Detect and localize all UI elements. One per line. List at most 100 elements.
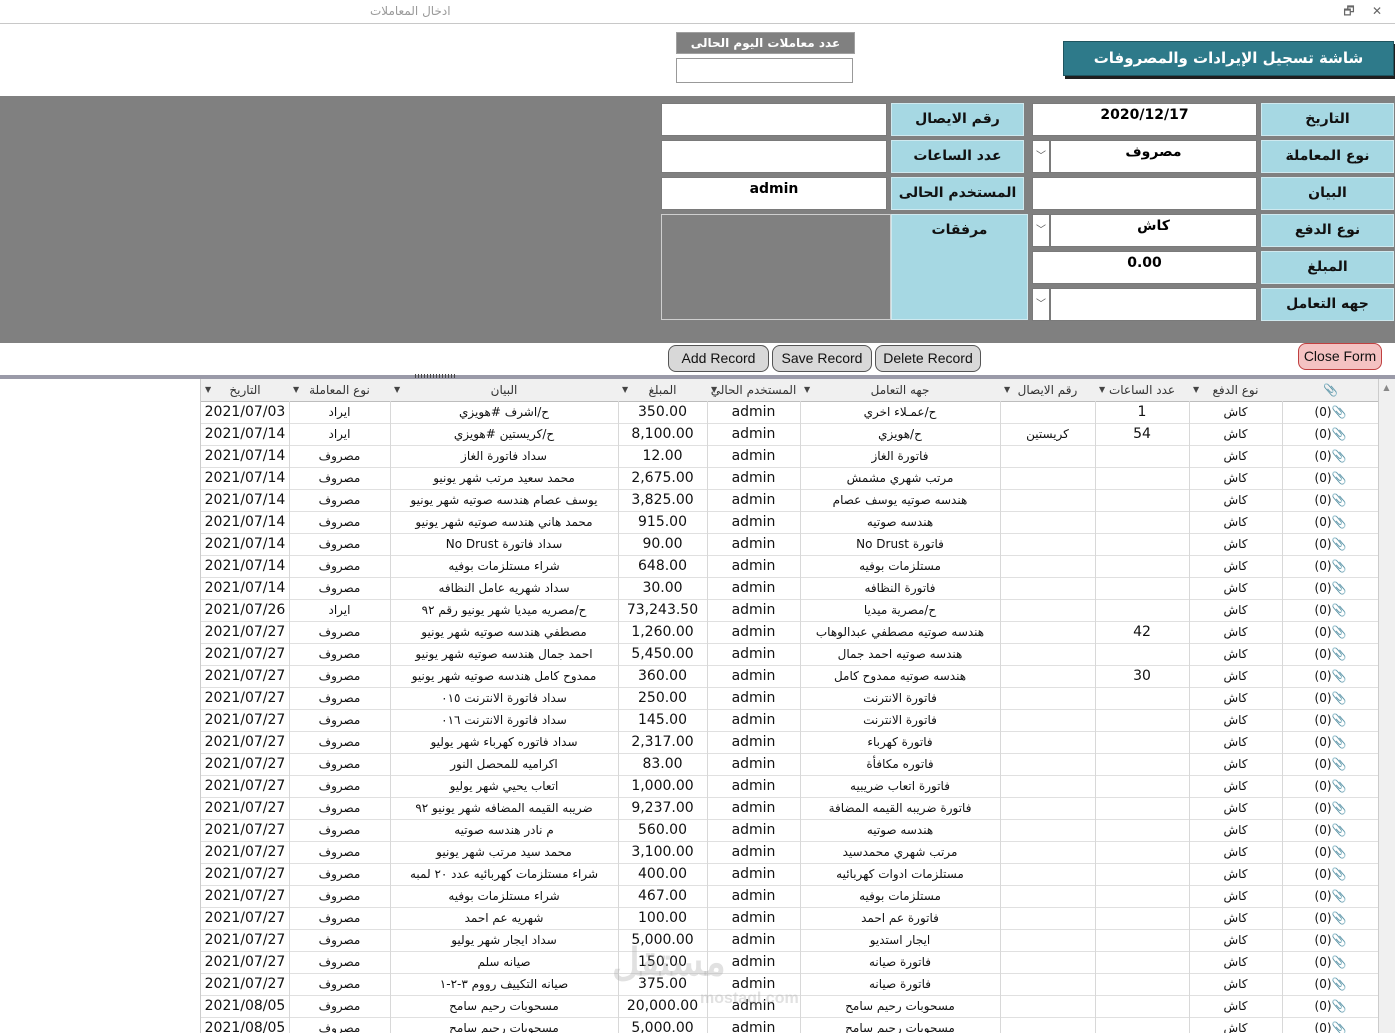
- cell-attachments[interactable]: (0)📎: [1282, 841, 1378, 864]
- cell-attachments[interactable]: (0)📎: [1282, 401, 1378, 424]
- cell-attachments[interactable]: (0)📎: [1282, 445, 1378, 468]
- table-row[interactable]: 2021/07/26 ايراد ح/مصريه ميديا شهر يونيو ر…: [201, 599, 1378, 622]
- header-label: عدد الساعات: [1108, 383, 1176, 397]
- sort-arrow-icon[interactable]: ▼: [205, 379, 211, 401]
- table-row[interactable]: 2021/07/27 مصروف سداد ايجار شهر يوليو 5,000…: [201, 929, 1378, 952]
- vertical-scrollbar[interactable]: [1378, 379, 1395, 1033]
- cell-attachments[interactable]: (0)📎: [1282, 687, 1378, 710]
- sort-arrow-icon[interactable]: ▼: [1193, 379, 1199, 401]
- cell-type: ايراد: [289, 599, 391, 622]
- table-row[interactable]: 2021/07/27 مصروف اكراميه للمحصل النور 83.00…: [201, 753, 1378, 776]
- sort-arrow-icon[interactable]: ▼: [1004, 379, 1010, 401]
- table-row[interactable]: 2021/07/27 مصروف ضريبه القيمه المضافه شهر …: [201, 797, 1378, 820]
- cell-attachments[interactable]: (0)📎: [1282, 599, 1378, 622]
- table-row[interactable]: 2021/07/14 مصروف محمد هاني هندسه صوتيه شهر…: [201, 511, 1378, 534]
- table-row[interactable]: 2021/07/14 مصروف يوسف عصام هندسه صوتيه شهر…: [201, 489, 1378, 512]
- cell-attachments[interactable]: (0)📎: [1282, 621, 1378, 644]
- table-row[interactable]: 2021/07/14 مصروف سداد شهريه عامل النظافه 30…: [201, 577, 1378, 600]
- header-col-date[interactable]: التاريخ ▼: [201, 379, 290, 402]
- cell-attachments[interactable]: (0)📎: [1282, 467, 1378, 490]
- cell-attachments[interactable]: (0)📎: [1282, 907, 1378, 930]
- sort-arrow-icon[interactable]: ▼: [804, 379, 810, 401]
- sort-arrow-icon[interactable]: ▼: [394, 379, 400, 401]
- sort-arrow-icon[interactable]: ▼: [711, 379, 717, 401]
- header-col-payment[interactable]: نوع الدفع ▼: [1189, 379, 1283, 402]
- payment-type-dropdown-icon[interactable]: ﹀: [1032, 214, 1050, 247]
- header-col-attachments[interactable]: 📎: [1282, 379, 1378, 402]
- cell-attachments[interactable]: (0)📎: [1282, 665, 1378, 688]
- cell-attachments[interactable]: (0)📎: [1282, 555, 1378, 578]
- party-select[interactable]: [1050, 288, 1257, 321]
- header-col-hours[interactable]: عدد الساعات ▼: [1095, 379, 1190, 402]
- cell-attachments[interactable]: (0)📎: [1282, 863, 1378, 886]
- table-row[interactable]: 2021/08/05 مصروف مسحوبات رحيم سامح 5,000.00…: [201, 1017, 1378, 1033]
- header-col-user[interactable]: المستخدم الحالي ▼: [707, 379, 801, 402]
- restore-icon[interactable]: 🗗: [1340, 3, 1358, 19]
- cell-attachments[interactable]: (0)📎: [1282, 423, 1378, 446]
- cell-attachments[interactable]: (0)📎: [1282, 709, 1378, 732]
- save-record-button[interactable]: Save Record: [772, 345, 872, 372]
- sort-arrow-icon[interactable]: ▼: [293, 379, 299, 401]
- cell-attachments[interactable]: (0)📎: [1282, 929, 1378, 952]
- cell-attachments[interactable]: (0)📎: [1282, 775, 1378, 798]
- table-row[interactable]: 2021/07/14 ايراد ح/كريستين #هويزي 8,100.00 a…: [201, 423, 1378, 446]
- cell-attachments[interactable]: (0)📎: [1282, 885, 1378, 908]
- table-row[interactable]: 2021/07/14 مصروف محمد سعيد مرتب شهر يونيو 2…: [201, 467, 1378, 490]
- cell-attachments[interactable]: (0)📎: [1282, 951, 1378, 974]
- delete-record-button[interactable]: Delete Record: [875, 345, 981, 372]
- amount-field[interactable]: 0.00: [1032, 251, 1257, 284]
- description-field[interactable]: [1032, 177, 1257, 210]
- table-row[interactable]: 2021/07/14 مصروف سداد فاتورة الغاز 12.00 adm…: [201, 445, 1378, 468]
- header-col-receipt[interactable]: رقم الايصال ▼: [1000, 379, 1096, 402]
- close-icon[interactable]: ✕: [1368, 3, 1386, 19]
- table-row[interactable]: 2021/07/27 مصروف محمد سيد مرتب شهر يونيو 3,…: [201, 841, 1378, 864]
- cell-attachments[interactable]: (0)📎: [1282, 511, 1378, 534]
- cell-attachments[interactable]: (0)📎: [1282, 643, 1378, 666]
- cell-attachments[interactable]: (0)📎: [1282, 533, 1378, 556]
- payment-type-select[interactable]: كاش: [1050, 214, 1257, 247]
- cell-attachments[interactable]: (0)📎: [1282, 819, 1378, 842]
- table-row[interactable]: 2021/07/27 مصروف ممدوح كامل هندسه صوتيه شه…: [201, 665, 1378, 688]
- close-form-button[interactable]: Close Form: [1298, 343, 1382, 370]
- table-row[interactable]: 2021/07/27 مصروف شراء مستلزمات بوفيه 467.00…: [201, 885, 1378, 908]
- add-record-button[interactable]: Add Record: [668, 345, 769, 372]
- table-row[interactable]: 2021/07/14 مصروف شراء مستلزمات بوفيه 648.00…: [201, 555, 1378, 578]
- sort-arrow-icon[interactable]: ▼: [1099, 379, 1105, 401]
- header-col-description[interactable]: البيان ▼: [390, 379, 619, 402]
- table-row[interactable]: 2021/07/27 مصروف احمد جمال هندسه صوتيه شهر…: [201, 643, 1378, 666]
- cell-attachments[interactable]: (0)📎: [1282, 753, 1378, 776]
- table-row[interactable]: 2021/07/27 مصروف سداد فاتورة الانترنت ٠١٦ 1…: [201, 709, 1378, 732]
- header-col-party[interactable]: جهه التعامل ▼: [800, 379, 1001, 402]
- attachments-box[interactable]: [661, 214, 891, 320]
- table-row[interactable]: 2021/07/14 مصروف سداد فاتورة No Drust 90.00…: [201, 533, 1378, 556]
- cell-party: فاتورة صيانه: [800, 973, 1001, 996]
- table-row[interactable]: 2021/07/27 مصروف اتعاب يحيي شهر يوليو 1,000…: [201, 775, 1378, 798]
- cell-attachments[interactable]: (0)📎: [1282, 577, 1378, 600]
- cell-attachments[interactable]: (0)📎: [1282, 973, 1378, 996]
- table-row[interactable]: 2021/07/27 مصروف سداد فاتورة الانترنت ٠١٥ 2…: [201, 687, 1378, 710]
- cell-attachments[interactable]: (0)📎: [1282, 489, 1378, 512]
- receipt-number-field[interactable]: [661, 103, 887, 136]
- transaction-type-select[interactable]: مصروف: [1050, 140, 1257, 173]
- hours-field[interactable]: [661, 140, 887, 173]
- table-row[interactable]: 2021/07/27 مصروف سداد فاتوره كهرباء شهر يو…: [201, 731, 1378, 754]
- transactions-grid[interactable]: التاريخ ▼ نوع المعاملة ▼ البيان ▼ المبلغ ▼ المست…: [200, 379, 1378, 1033]
- date-field[interactable]: 2020/12/17: [1032, 103, 1257, 136]
- cell-attachments[interactable]: (0)📎: [1282, 1017, 1378, 1033]
- cell-attachments[interactable]: (0)📎: [1282, 797, 1378, 820]
- header-col-amount[interactable]: المبلغ ▼: [618, 379, 708, 402]
- scroll-up-icon[interactable]: ▲: [1378, 379, 1395, 396]
- party-dropdown-icon[interactable]: ﹀: [1032, 288, 1050, 321]
- transaction-type-dropdown-icon[interactable]: ﹀: [1032, 140, 1050, 173]
- sort-arrow-icon[interactable]: ▼: [622, 379, 628, 401]
- header-col-type[interactable]: نوع المعاملة ▼: [289, 379, 391, 402]
- table-row[interactable]: 2021/07/27 مصروف صيانه سلم 150.00 admin فاتور…: [201, 951, 1378, 974]
- table-row[interactable]: 2021/07/27 مصروف شهريه عم احمد 100.00 admin ف…: [201, 907, 1378, 930]
- cell-attachments[interactable]: (0)📎: [1282, 731, 1378, 754]
- splitter-handle[interactable]: [415, 374, 455, 378]
- table-row[interactable]: 2021/07/27 مصروف مصطفي هندسه صوتيه شهر يون…: [201, 621, 1378, 644]
- table-row[interactable]: 2021/07/27 مصروف م نادر هندسه صوتيه 560.00 a…: [201, 819, 1378, 842]
- table-row[interactable]: 2021/07/03 ايراد ح/اشرف #هويزي 350.00 admin ح…: [201, 401, 1378, 424]
- cell-attachments[interactable]: (0)📎: [1282, 995, 1378, 1018]
- table-row[interactable]: 2021/07/27 مصروف شراء مستلزمات كهربائيه عد…: [201, 863, 1378, 886]
